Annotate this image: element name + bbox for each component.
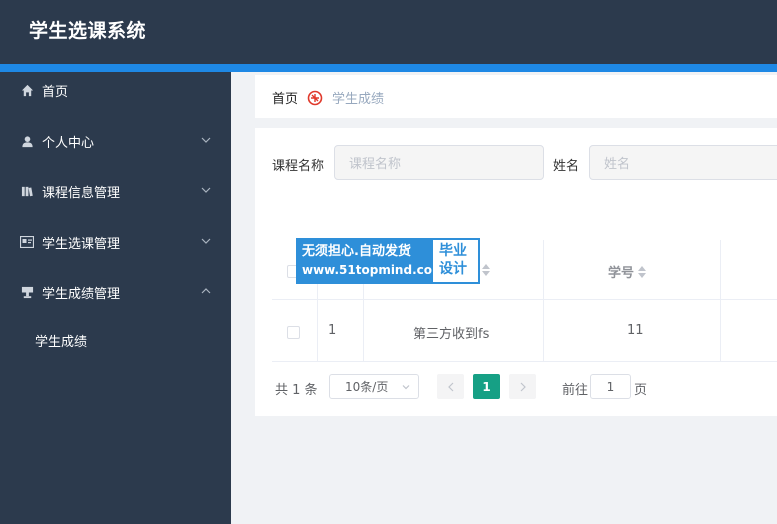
course-name-input[interactable]: 课程名称 [334,145,544,180]
chevron-down-icon [201,238,211,244]
chevron-up-icon [201,288,211,294]
name-label: 姓名 [553,159,580,174]
row-divider [272,361,777,362]
goto-label: 前往 [562,383,589,398]
row-course-name: 第三方收到fs [413,327,490,342]
row-index: 1 [328,323,337,338]
sidebar-item-label: 学生选课管理 [42,236,121,252]
breadcrumb-home[interactable]: 首页 [272,88,298,107]
chevron-right-icon [520,382,526,391]
sidebar: 首页 个人中心 课程信息管理 学生选课管理 学生成绩管理 学生成绩 [0,72,231,524]
sidebar-item-course-selection[interactable]: 学生选课管理 [0,222,231,262]
sidebar-item-label: 课程信息管理 [42,185,121,201]
prev-page-button[interactable] [437,374,464,399]
watermark-tag: 毕业 [439,243,467,259]
watermark-tag: 设计 [439,261,467,277]
sort-icon[interactable] [482,264,490,276]
home-icon [20,83,34,97]
column-divider [543,240,544,362]
trophy-icon [20,285,34,299]
sidebar-item-label: 首页 [42,84,69,100]
row-student-no: 11 [627,323,644,338]
page-size-select[interactable]: 10条/页 [329,374,419,399]
column-divider [720,240,721,362]
chevron-down-icon [201,137,211,143]
top-bar: 学生选课系统 [0,0,777,64]
watermark-url: www.51topmind.com [302,263,445,277]
watermark-badge: 无须担心.自动发货 www.51topmind.com 毕业 设计 [296,238,480,284]
book-icon [20,184,34,198]
id-card-icon [20,235,34,249]
page-button-current[interactable]: 1 [473,374,500,399]
chevron-down-icon [201,187,211,193]
app-title: 学生选课系统 [29,20,147,42]
name-input[interactable]: 姓名 [589,145,777,180]
user-icon [20,134,34,148]
sidebar-subitem-student-grades[interactable]: 学生成绩 [0,322,231,358]
sidebar-item-home[interactable]: 首页 [0,70,231,110]
sidebar-item-grades[interactable]: 学生成绩管理 [0,272,231,312]
page-suffix: 页 [634,383,648,398]
course-name-label: 课程名称 [272,159,325,174]
sidebar-item-label: 学生成绩管理 [42,286,121,302]
sidebar-item-course-info[interactable]: 课程信息管理 [0,171,231,211]
chevron-left-icon [447,382,453,391]
sort-icon[interactable] [638,265,647,278]
header-student-no[interactable]: 学号 [608,262,647,281]
sidebar-item-label: 个人中心 [42,135,95,151]
pagination-total: 共 1 条 [275,383,318,398]
breadcrumb: 首页 学生成绩 [255,75,777,118]
sidebar-item-personal-center[interactable]: 个人中心 [0,121,231,161]
goto-page-input[interactable]: 1 [590,374,631,399]
row-checkbox[interactable] [287,326,300,339]
watermark-text: 无须担心.自动发货 [302,244,411,259]
breadcrumb-separator-icon [307,90,323,105]
chevron-down-icon [402,385,410,390]
sidebar-subitem-label: 学生成绩 [35,334,88,350]
next-page-button[interactable] [509,374,536,399]
breadcrumb-current: 学生成绩 [332,92,385,107]
